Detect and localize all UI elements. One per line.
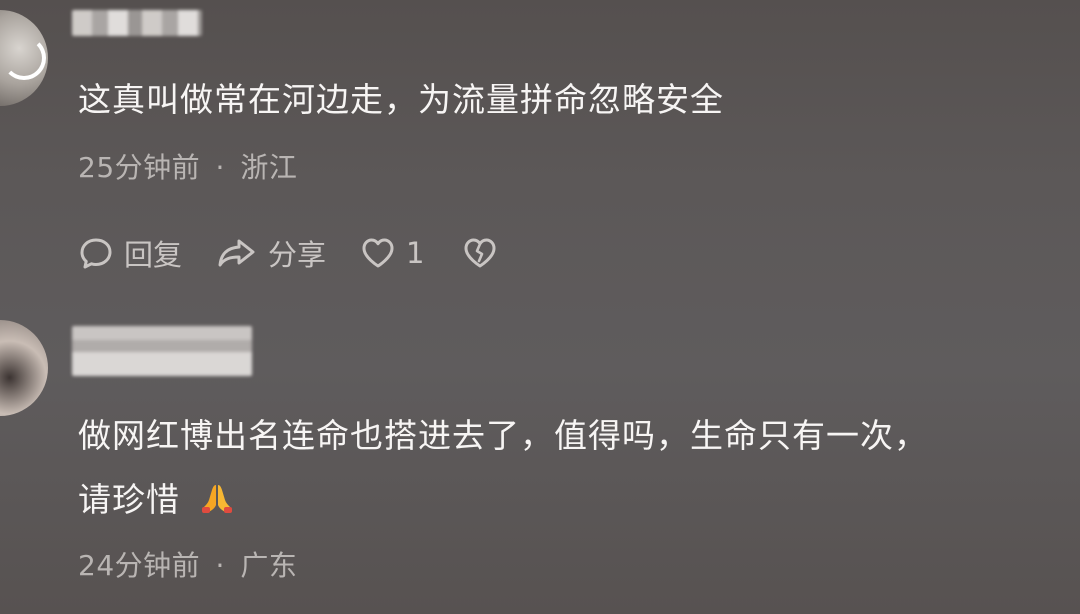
broken-heart-icon xyxy=(464,238,496,268)
comment-text-line: 做网红博出名连命也搭进去了，值得吗，生命只有一次， xyxy=(78,416,928,455)
meta-separator: · xyxy=(215,549,225,582)
comment-meta: 25分钟前 · 浙江 xyxy=(78,146,297,186)
comment-meta: 24分钟前 · 广东 xyxy=(78,544,297,584)
share-button[interactable]: 分享 xyxy=(216,232,326,274)
comment-location: 广东 xyxy=(240,549,298,582)
avatar-ring xyxy=(2,36,46,80)
comment-time: 25分钟前 xyxy=(78,151,201,184)
comment-location: 浙江 xyxy=(240,151,298,184)
comment-time: 24分钟前 xyxy=(78,549,201,582)
comment-item: 这真叫做常在河边走，为流量拼命忽略安全 25分钟前 · 浙江 回复 分享 1 xyxy=(0,0,1080,300)
username-blurred[interactable] xyxy=(72,10,202,36)
reply-button[interactable]: 回复 xyxy=(78,232,182,274)
pray-hands-icon xyxy=(201,485,232,513)
avatar[interactable] xyxy=(0,320,48,416)
comment-item: 做网红博出名连命也搭进去了，值得吗，生命只有一次， 请珍惜 24分钟前 · 广东 xyxy=(0,312,1080,612)
username-blurred[interactable] xyxy=(72,326,252,376)
comment-bubble-icon xyxy=(80,238,112,269)
comment-text: 这真叫做常在河边走，为流量拼命忽略安全 xyxy=(78,80,724,119)
share-label: 分享 xyxy=(268,238,327,272)
heart-icon xyxy=(362,238,394,268)
reply-label: 回复 xyxy=(124,238,183,272)
like-count: 1 xyxy=(406,236,425,270)
comment-text-line: 请珍惜 xyxy=(78,480,180,519)
comment-actions: 回复 分享 1 xyxy=(78,232,498,274)
meta-separator: · xyxy=(215,151,225,184)
like-button[interactable]: 1 xyxy=(360,235,424,271)
comment-text-line-2: 请珍惜 xyxy=(78,468,928,532)
share-arrow-icon xyxy=(218,239,255,267)
dislike-button[interactable] xyxy=(462,235,498,271)
comment-text: 做网红博出名连命也搭进去了，值得吗，生命只有一次， 请珍惜 xyxy=(78,404,928,532)
avatar[interactable] xyxy=(0,10,48,106)
